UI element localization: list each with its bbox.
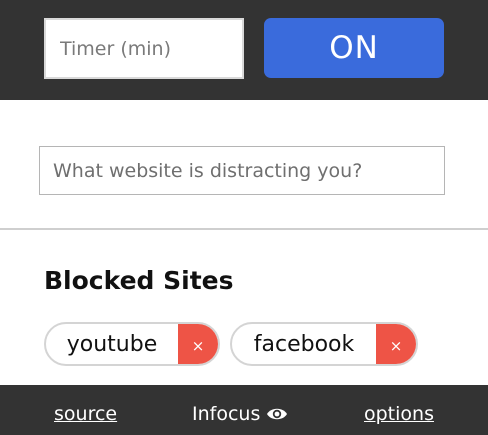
- source-link[interactable]: source: [54, 403, 117, 425]
- blocked-site-label: youtube: [66, 331, 158, 357]
- eye-icon: [266, 406, 288, 422]
- website-input[interactable]: [39, 146, 445, 195]
- blocked-site-tag: youtube ×: [44, 322, 220, 366]
- blocked-site-tag: facebook ×: [230, 322, 418, 366]
- top-bar: ON: [0, 0, 488, 100]
- toggle-on-button[interactable]: ON: [264, 18, 444, 78]
- blocked-sites-title: Blocked Sites: [44, 266, 234, 295]
- timer-input[interactable]: [44, 18, 244, 79]
- brand: Infocus: [192, 403, 288, 425]
- blocked-site-label: facebook: [253, 331, 355, 357]
- footer-bar: source Infocus options: [0, 385, 488, 435]
- divider: [0, 228, 488, 230]
- options-link[interactable]: options: [364, 403, 434, 425]
- remove-site-button[interactable]: ×: [376, 324, 416, 364]
- brand-label: Infocus: [192, 403, 261, 425]
- remove-site-button[interactable]: ×: [178, 324, 218, 364]
